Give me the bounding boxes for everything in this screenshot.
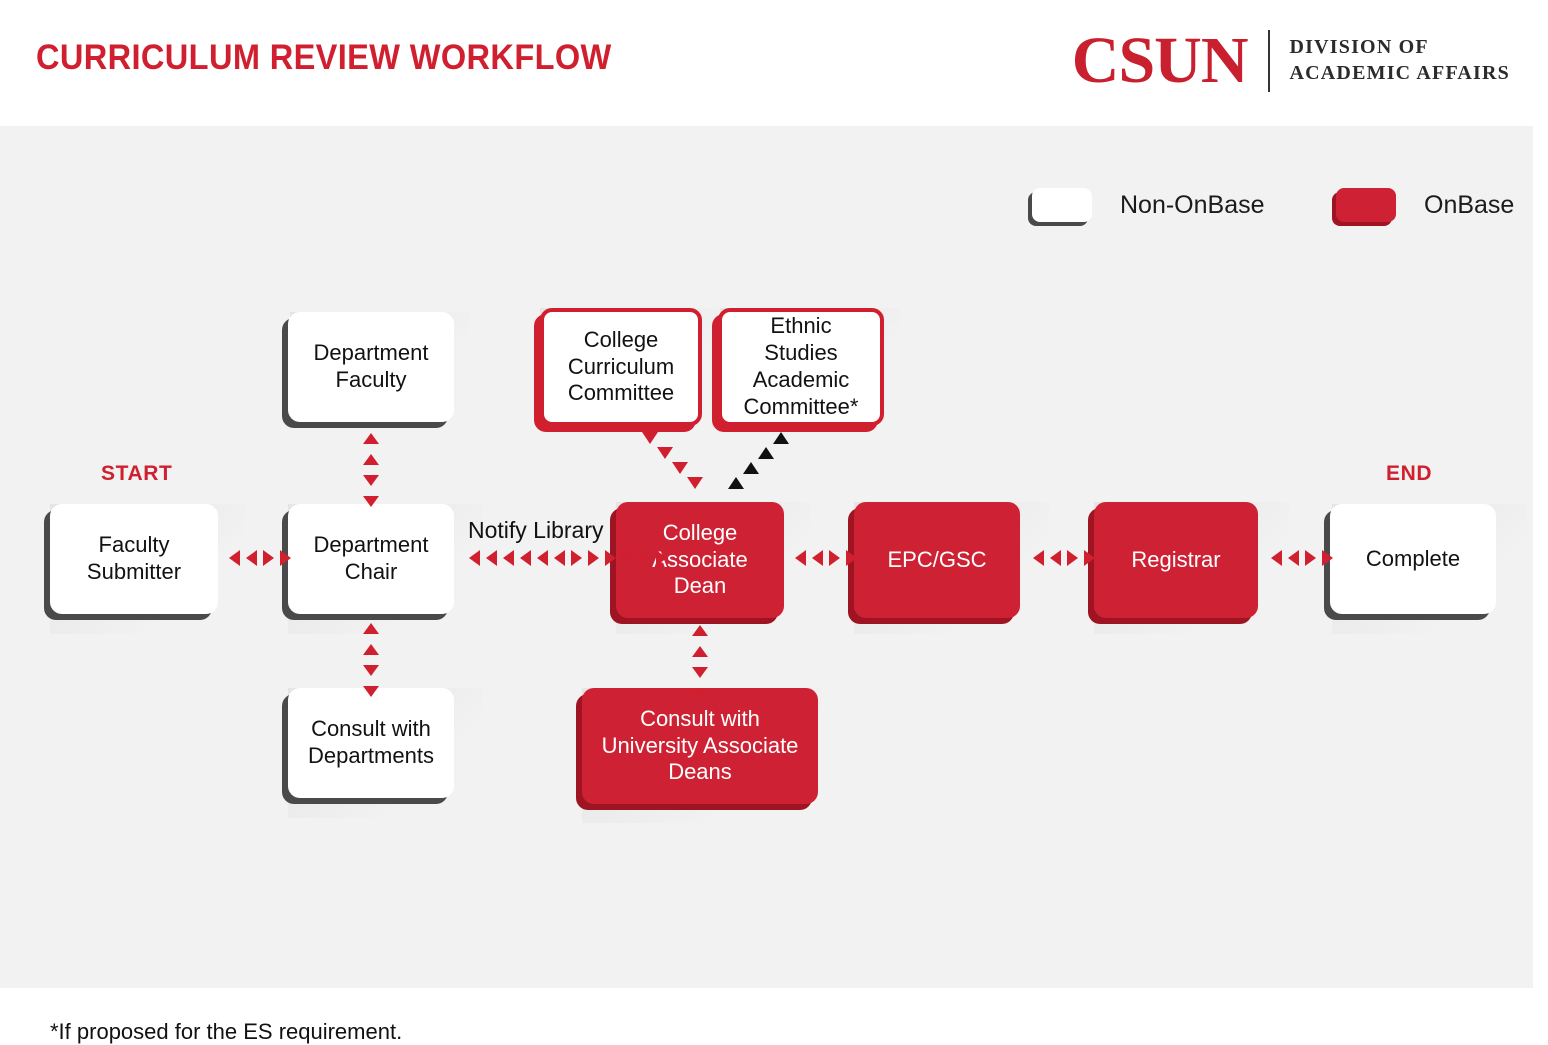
node-label: Department Chair [313, 532, 429, 584]
arrow-up-icon [363, 454, 379, 465]
node-registrar[interactable]: Registrar [1094, 502, 1258, 618]
node-label: Consult with Departments [308, 716, 434, 768]
legend-label-onbase: OnBase [1424, 190, 1515, 219]
connector-ethnic-studies-academic-committee-to-college-associate-dean [728, 432, 789, 492]
arrow-up-icon [692, 646, 708, 657]
header-bar: CURRICULUM REVIEW WORKFLOW CSUN DIVISION… [0, 0, 1548, 126]
arrow-down-icon [687, 477, 703, 489]
arrow-left-icon [486, 550, 497, 566]
csun-logo: CSUN DIVISION OF ACADEMIC AFFAIRS [1072, 22, 1510, 100]
arrow-left-icon [520, 550, 531, 566]
arrow-left-icon [503, 550, 514, 566]
connector-college-associate-dean-to-consult-with-university-associate-deans [692, 620, 708, 704]
arrow-left-icon [812, 550, 823, 566]
arrow-left-icon [469, 550, 480, 566]
diagram-canvas: Non-OnBase OnBase Department Faculty Col… [0, 126, 1533, 1044]
node-label: College Curriculum Committee [567, 326, 675, 406]
connector-department-chair-to-consult-with-departments [363, 618, 379, 702]
arrow-right-icon [846, 550, 857, 566]
arrow-down-icon [363, 686, 379, 697]
marker-end: END [1386, 462, 1433, 485]
connector-department-chair-to-college-associate-dean [466, 550, 670, 566]
arrow-up-icon [728, 477, 744, 489]
arrow-up-icon [363, 644, 379, 655]
arrow-down-icon [692, 688, 708, 699]
arrow-down-icon [657, 447, 673, 459]
arrow-right-icon [280, 550, 291, 566]
logo-subtitle: DIVISION OF ACADEMIC AFFAIRS [1290, 35, 1511, 86]
logo-divider [1267, 30, 1270, 92]
arrow-left-icon [229, 550, 240, 566]
arrow-right-icon [263, 550, 274, 566]
legend-swatch-onbase [1336, 188, 1396, 222]
arrow-down-icon [642, 432, 658, 444]
node-label: Department Faculty [313, 340, 429, 392]
arrow-up-icon [773, 432, 789, 444]
workflow-diagram-page: CURRICULUM REVIEW WORKFLOW CSUN DIVISION… [0, 0, 1548, 1044]
node-label: Consult with University Associate Deans [601, 705, 799, 785]
arrow-left-icon [554, 550, 565, 566]
connector-faculty-submitter-to-department-chair [226, 550, 294, 566]
marker-start: START [101, 462, 173, 485]
connector-registrar-to-complete [1268, 550, 1336, 566]
arrow-up-icon [363, 623, 379, 634]
arrow-up-icon [363, 433, 379, 444]
arrow-right-icon [1305, 550, 1316, 566]
page-title: CURRICULUM REVIEW WORKFLOW [36, 38, 612, 77]
connector-epc-gsc-to-registrar [1030, 550, 1098, 566]
legend-swatch-non-onbase [1032, 188, 1092, 222]
legend-item-onbase: OnBase [1336, 188, 1514, 222]
legend-item-non-onbase: Non-OnBase [1032, 188, 1265, 222]
csun-wordmark: CSUN [1071, 24, 1249, 97]
arrow-right-icon [588, 550, 599, 566]
arrow-up-icon [743, 462, 759, 474]
logo-subtitle-line2: ACADEMIC AFFAIRS [1289, 62, 1510, 84]
arrow-right-icon [639, 550, 650, 566]
node-college-curriculum-committee[interactable]: College Curriculum Committee [540, 308, 702, 426]
arrow-right-icon [605, 550, 616, 566]
arrow-left-icon [1271, 550, 1282, 566]
arrow-left-icon [246, 550, 257, 566]
arrow-left-icon [795, 550, 806, 566]
arrow-right-icon [656, 550, 667, 566]
arrow-up-icon [758, 447, 774, 459]
arrow-down-icon [363, 496, 379, 507]
arrow-down-icon [692, 667, 708, 678]
arrow-down-icon [363, 665, 379, 676]
node-label: Ethnic Studies Academic Committee* [743, 313, 859, 419]
node-complete[interactable]: Complete [1330, 504, 1496, 614]
arrow-right-icon [1084, 550, 1095, 566]
node-epc-gsc[interactable]: EPC/GSC [854, 502, 1020, 618]
legend-label-non-onbase: Non-OnBase [1120, 190, 1265, 219]
arrow-down-icon [672, 462, 688, 474]
edge-label-notify-library: Notify Library [468, 517, 604, 543]
connector-college-curriculum-committee-to-college-associate-dean [642, 432, 703, 492]
arrow-left-icon [1050, 550, 1061, 566]
node-consult-with-departments[interactable]: Consult with Departments [288, 688, 454, 798]
arrow-down-icon [363, 475, 379, 486]
node-department-chair[interactable]: Department Chair [288, 504, 454, 614]
arrow-right-icon [829, 550, 840, 566]
connector-department-chair-to-department-faculty [363, 428, 379, 512]
node-ethnic-studies-academic-committee[interactable]: Ethnic Studies Academic Committee* [718, 308, 884, 426]
arrow-left-icon [537, 550, 548, 566]
node-label: Faculty Submitter [86, 532, 182, 584]
node-faculty-submitter[interactable]: Faculty Submitter [50, 504, 218, 614]
node-label: Registrar [1131, 546, 1221, 572]
arrow-left-icon [1288, 550, 1299, 566]
footnote: *If proposed for the ES requirement. [50, 1019, 403, 1044]
connector-college-associate-dean-to-epc-gsc [792, 550, 860, 566]
node-department-faculty[interactable]: Department Faculty [288, 312, 454, 422]
node-consult-with-university-associate-deans[interactable]: Consult with University Associate Deans [582, 688, 818, 804]
arrow-right-icon [622, 550, 633, 566]
arrow-left-icon [1033, 550, 1044, 566]
arrow-up-icon [692, 625, 708, 636]
arrow-right-icon [1322, 550, 1333, 566]
logo-subtitle-line1: DIVISION OF [1289, 36, 1429, 59]
arrow-right-icon [571, 550, 582, 566]
node-label: EPC/GSC [887, 546, 987, 572]
node-label: Complete [1365, 545, 1461, 571]
arrow-right-icon [1067, 550, 1078, 566]
